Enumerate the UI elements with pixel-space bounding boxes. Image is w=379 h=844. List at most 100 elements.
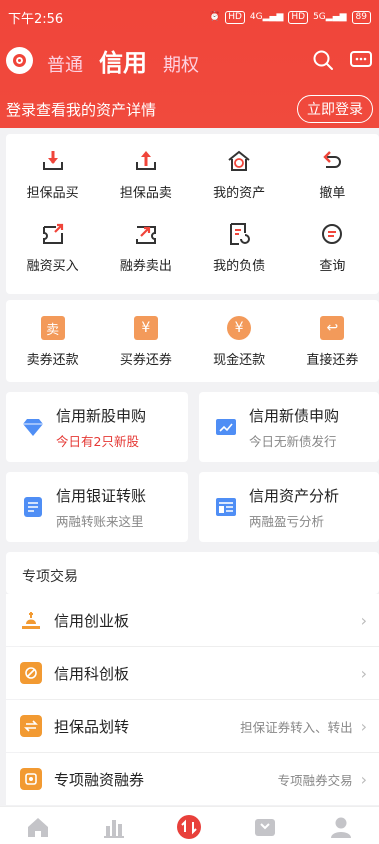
list-item-title: 担保品划转 [54,717,130,736]
list-item-title: 信用科创板 [54,664,130,683]
message-icon[interactable] [349,48,373,72]
special-margin-icon [20,768,42,790]
login-button[interactable]: 立即登录 [297,95,373,123]
upload-tray-icon [133,146,159,176]
list-item-desc: 专项融券交易 [277,772,353,788]
bond-icon [215,416,237,438]
list-item-title: 专项融资融券 [54,770,145,789]
grid-item-label: 买券还券 [119,353,172,368]
grid-item-label: 我的资产 [213,186,266,201]
special-section-title: 专项交易 [22,569,78,585]
transfer-doc-icon [22,496,44,518]
grid-item-label: 我的负债 [213,259,266,274]
feature-subtitle: 两融盈亏分析 [249,513,325,529]
tab-options[interactable]: 期权 [163,51,199,77]
feature-title: 信用新股申购 [56,406,147,425]
header-bar: 下午2:56 ⏰ HD 4G▂▄▆ HD 5G▂▄▆ 89 普通 信用 期权 登… [0,0,379,128]
debt-doc-icon [226,219,252,249]
query-icon [319,219,345,249]
grid-item-label: 担保品卖 [119,186,172,201]
grid-item-label: 担保品买 [26,186,79,201]
signal-icon: 4G▂▄▆ [249,12,284,22]
trade-icon[interactable] [174,815,204,839]
collateral-transfer-icon [20,715,42,737]
buy-return-icon: ¥ [133,313,158,343]
chevron-right-icon: › [360,716,367,736]
grid-item-label: 撤单 [319,186,346,201]
chevron-right-icon: › [360,769,367,789]
grid-item-margin-buy[interactable]: 融资买入 [6,219,99,274]
gem-board-icon [20,609,42,631]
feature-title: 信用资产分析 [249,486,340,505]
star-board-icon [20,662,42,684]
grid-item-label: 卖券还款 [26,353,79,368]
grid-item-cash-repay[interactable]: ¥ 现金还款 [193,313,286,368]
grid-item-label: 融资买入 [26,259,79,274]
feature-subtitle: 今日有2只新股 [56,433,139,449]
feature-bond-subscribe[interactable]: 信用新债申购 今日无新债发行 [199,392,379,462]
list-item-collateral-transfer[interactable]: 担保品划转 担保证券转入、转出 › [6,700,379,752]
alarm-icon: ⏰ [208,12,221,22]
account-tabs: 普通 信用 期权 [47,43,199,78]
feature-title: 信用银证转账 [56,486,147,505]
grid-item-cancel[interactable]: 撤单 [286,146,379,201]
list-item-special-margin[interactable]: 专项融资融券 专项融券交易 › [6,753,379,805]
list-item-star-board[interactable]: 信用科创板 › [6,647,379,699]
trade-grid: 担保品买 担保品卖 我的资产 撤单 融资买入 融券卖出 我的负债 查询 [6,134,379,274]
cash-repay-icon: ¥ [227,313,252,343]
trade-grid-card: 担保品买 担保品卖 我的资产 撤单 融资买入 融券卖出 我的负债 查询 [6,134,379,294]
short-sell-icon [133,219,159,249]
tab-credit[interactable]: 信用 [99,43,147,78]
grid-item-label: 直接还券 [306,353,359,368]
grid-item-sell-repay[interactable]: 卖 卖券还款 [6,313,99,368]
profile-icon[interactable] [326,815,356,839]
grid-item-my-debt[interactable]: 我的负债 [193,219,286,274]
house-yen-icon [226,146,252,176]
feature-subtitle: 今日无新债发行 [249,433,337,449]
top-nav: 普通 信用 期权 [6,42,373,78]
status-icons: ⏰ HD 4G▂▄▆ HD 5G▂▄▆ 89 [208,10,371,24]
diamond-icon [22,416,44,438]
status-bar: 下午2:56 ⏰ HD 4G▂▄▆ HD 5G▂▄▆ 89 [8,6,371,28]
feature-asset-analysis[interactable]: 信用资产分析 两融盈亏分析 [199,472,379,542]
grid-item-query[interactable]: 查询 [286,219,379,274]
battery-icon: 89 [351,10,371,24]
feature-subtitle: 两融转账来这里 [56,513,144,529]
grid-item-collateral-sell[interactable]: 担保品卖 [99,146,192,201]
bottom-tab-bar [0,806,379,844]
feature-bank-transfer[interactable]: 信用银证转账 两融转账来这里 [6,472,188,542]
repay-grid: 卖 卖券还款 ¥ 买券还券 ¥ 现金还款 ↩ 直接还券 [6,300,379,368]
grid-item-label: 融券卖出 [119,259,172,274]
app-logo-icon[interactable] [6,46,33,74]
feature-title: 信用新债申购 [249,406,340,425]
tab-normal[interactable]: 普通 [47,51,83,77]
status-time: 下午2:56 [8,11,64,27]
list-item-desc: 担保证券转入、转出 [240,719,353,735]
grid-item-short-sell[interactable]: 融券卖出 [99,219,192,274]
hd-badge: HD [225,10,245,24]
market-chart-icon[interactable] [99,815,129,839]
download-tray-icon [40,146,66,176]
analysis-icon [215,496,237,518]
grid-item-label: 查询 [319,259,346,274]
login-row: 登录查看我的资产详情 立即登录 [6,95,373,123]
wealth-icon[interactable] [250,815,280,839]
home-icon[interactable] [23,815,53,839]
chevron-right-icon: › [360,663,367,683]
login-prompt: 登录查看我的资产详情 [6,100,157,119]
hd-badge-2: HD [288,10,309,24]
grid-item-collateral-buy[interactable]: 担保品买 [6,146,99,201]
sell-repay-icon: 卖 [40,313,65,343]
grid-item-direct-return[interactable]: ↩ 直接还券 [286,313,379,368]
list-item-gem-board[interactable]: 信用创业板 › [6,594,379,646]
search-icon[interactable] [311,48,335,72]
repay-grid-card: 卖 卖券还款 ¥ 买券还券 ¥ 现金还款 ↩ 直接还券 [6,300,379,382]
grid-item-my-assets[interactable]: 我的资产 [193,146,286,201]
grid-item-buy-return[interactable]: ¥ 买券还券 [99,313,192,368]
list-item-title: 信用创业板 [54,611,130,630]
signal-icon-2: 5G▂▄▆ [313,12,347,22]
direct-return-icon: ↩ [320,313,345,343]
undo-icon [319,146,345,176]
feature-ipo-subscribe[interactable]: 信用新股申购 今日有2只新股 [6,392,188,462]
chevron-right-icon: › [360,610,367,630]
